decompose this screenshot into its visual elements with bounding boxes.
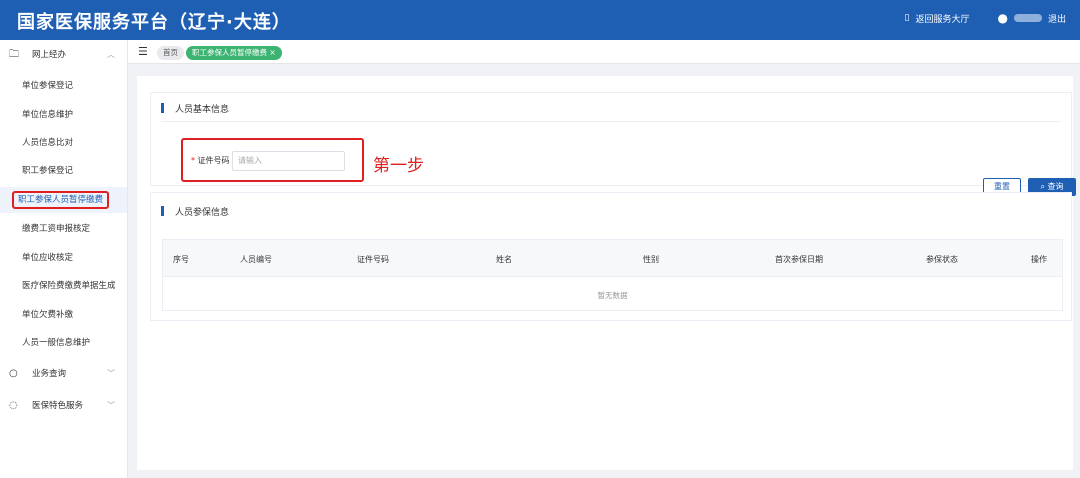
menu-toggle-icon[interactable]: ☰	[138, 45, 148, 58]
chevron-down-icon: ﹀	[107, 401, 115, 410]
insured-table: 序号 人员编号 证件号码 姓名 性别 首次参保日期 参保状态 操作 暂无数据	[162, 239, 1063, 311]
close-icon[interactable]: ×	[269, 48, 275, 57]
id-number-input[interactable]: 请输入	[232, 151, 345, 171]
main-panel: 人员基本信息 * 证件号码 请输入 第一步 重置 ⌕ 查询 人员参保信息 序号 …	[137, 76, 1076, 470]
search-icon: ○	[9, 368, 18, 379]
sidebar-item[interactable]: 单位参保登记	[0, 73, 127, 99]
tab-bar: ☰ 首页 职工参保人员暂停缴费 ×	[128, 40, 1080, 64]
sidebar: 🗀 网上经办 ︿ 单位参保登记 单位信息维护 人员信息比对 职工参保登记 职工参保人…	[0, 40, 128, 478]
id-label: * 证件号码	[191, 155, 230, 166]
section-title: 人员参保信息	[161, 205, 229, 218]
required-mark: *	[191, 156, 195, 165]
sidebar-group-query[interactable]: ○ 业务查询 ﹀	[0, 361, 127, 387]
sidebar-group-online[interactable]: 🗀 网上经办 ︿	[0, 42, 127, 68]
sidebar-item-active[interactable]: 职工参保人员暂停缴费	[0, 187, 127, 213]
tab-home[interactable]: 首页	[157, 46, 184, 60]
platform-title: 国家医保服务平台（辽宁·大连）	[17, 12, 291, 33]
insured-info-card: 人员参保信息 序号 人员编号 证件号码 姓名 性别 首次参保日期 参保状态 操作…	[150, 192, 1072, 321]
col-header: 操作	[1031, 255, 1047, 264]
sidebar-item[interactable]: 单位欠费补缴	[0, 302, 127, 328]
return-hall-link[interactable]: 返回服务大厅	[915, 12, 969, 25]
tab-label: 职工参保人员暂停缴费	[192, 48, 267, 57]
user-icon[interactable]: ●	[998, 11, 1008, 25]
sidebar-item-label: 职工参保人员暂停缴费	[12, 191, 110, 209]
logout-link[interactable]: 退出	[1048, 12, 1066, 25]
button-label: 查询	[1047, 182, 1064, 191]
col-header: 姓名	[496, 255, 512, 264]
sidebar-item[interactable]: 单位应收核定	[0, 245, 127, 271]
table-header: 序号 人员编号 证件号码 姓名 性别 首次参保日期 参保状态 操作	[163, 240, 1062, 277]
chat-icon: ◌	[9, 400, 18, 411]
sidebar-group-special[interactable]: ◌ 医保特色服务 ﹀	[0, 393, 127, 419]
group-label: 网上经办	[32, 50, 67, 60]
col-header: 参保状态	[926, 255, 958, 264]
group-label: 医保特色服务	[32, 401, 84, 411]
col-header: 序号	[173, 255, 189, 264]
tab-active[interactable]: 职工参保人员暂停缴费 ×	[186, 46, 282, 60]
chevron-up-icon: ︿	[107, 50, 115, 59]
empty-text: 暂无数据	[597, 291, 628, 300]
col-header: 人员编号	[240, 255, 272, 264]
col-header: 证件号码	[357, 255, 389, 264]
sidebar-item[interactable]: 人员信息比对	[0, 130, 127, 156]
user-name-blurred	[1013, 14, 1042, 22]
return-hall-icon[interactable]: ▯	[905, 13, 910, 23]
sidebar-item[interactable]: 职工参保登记	[0, 158, 127, 184]
col-header: 性别	[643, 255, 659, 264]
sidebar-item[interactable]: 缴费工资申报核定	[0, 216, 127, 242]
sidebar-item[interactable]: 医疗保险费缴费单据生成	[0, 273, 127, 299]
basic-info-card: 人员基本信息 * 证件号码 请输入 第一步 重置 ⌕ 查询	[150, 92, 1076, 196]
label-text: 证件号码	[197, 156, 230, 165]
col-header: 首次参保日期	[775, 255, 823, 264]
sidebar-item[interactable]: 人员一般信息维护	[0, 330, 127, 356]
group-label: 业务查询	[32, 369, 67, 379]
sidebar-item[interactable]: 单位信息维护	[0, 102, 127, 128]
top-header: 国家医保服务平台（辽宁·大连） ▯ 返回服务大厅 ● 退出	[0, 0, 1080, 40]
section-title: 人员基本信息	[161, 102, 229, 115]
chevron-down-icon: ﹀	[107, 369, 115, 378]
search-icon: ⌕	[1040, 182, 1045, 191]
step-annotation: 第一步	[373, 156, 424, 176]
folder-icon: 🗀	[9, 49, 19, 60]
